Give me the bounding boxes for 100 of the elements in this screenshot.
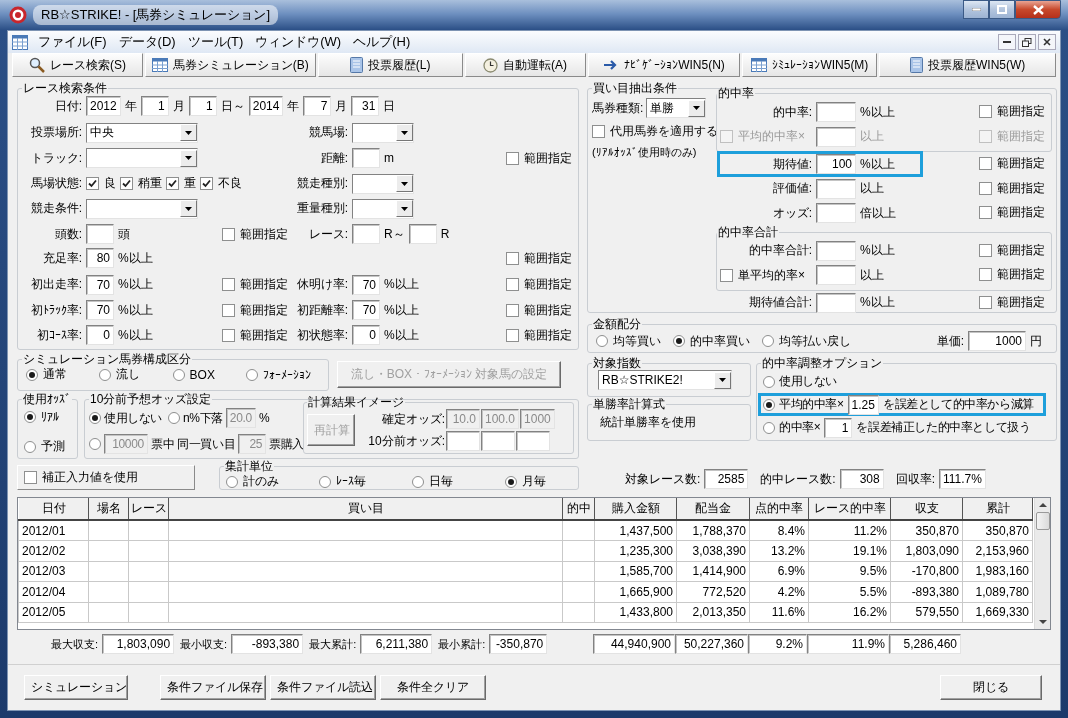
- checkbox[interactable]: [506, 278, 519, 292]
- radio-button[interactable]: [172, 368, 185, 381]
- input-field[interactable]: 70: [86, 300, 114, 320]
- radio-button[interactable]: [226, 475, 238, 488]
- restore-button[interactable]: [1018, 34, 1036, 50]
- radio-button[interactable]: [763, 421, 775, 434]
- checkbox[interactable]: [222, 303, 235, 317]
- menu-item[interactable]: データ(D): [112, 33, 182, 51]
- dropdown[interactable]: 中央: [86, 122, 198, 143]
- checkbox[interactable]: [979, 268, 992, 282]
- input-field[interactable]: 31: [351, 96, 380, 117]
- input-field[interactable]: [816, 178, 856, 199]
- input-field[interactable]: [352, 224, 380, 245]
- input-field[interactable]: 44,940,900: [593, 634, 675, 654]
- checkbox[interactable]: [506, 251, 519, 265]
- toolbar-button[interactable]: 投票履歴(L): [317, 53, 463, 77]
- column-header[interactable]: 累計: [962, 498, 1033, 520]
- checkbox[interactable]: [979, 243, 992, 257]
- dropdown[interactable]: [86, 198, 198, 219]
- radio-button[interactable]: [99, 368, 112, 381]
- dropdown[interactable]: RB☆STRIKE2!: [598, 370, 732, 390]
- checkbox[interactable]: [222, 227, 235, 241]
- checkbox[interactable]: [592, 125, 605, 138]
- column-header[interactable]: レース: [128, 498, 169, 520]
- column-header[interactable]: 購入金額: [594, 498, 677, 520]
- input-field[interactable]: 1: [140, 96, 169, 117]
- dropdown[interactable]: [86, 148, 198, 169]
- input-field[interactable]: [816, 203, 856, 224]
- input-field[interactable]: 0: [352, 325, 380, 346]
- toolbar-button[interactable]: ｼﾐｭﾚｰｼｮﾝWIN5(M): [742, 53, 878, 77]
- action-button[interactable]: 条件ファイル読込: [270, 675, 376, 700]
- scroll-thumb[interactable]: [1035, 512, 1050, 530]
- toolbar-button[interactable]: 投票履歴WIN5(W): [879, 53, 1056, 77]
- minimize-button[interactable]: [998, 34, 1016, 50]
- radio-button[interactable]: [318, 475, 331, 488]
- dropdown[interactable]: [352, 198, 414, 219]
- input-field[interactable]: [86, 224, 114, 245]
- input-field[interactable]: [816, 292, 856, 313]
- input-field[interactable]: 1,803,090: [102, 634, 175, 654]
- checkbox[interactable]: [166, 177, 179, 191]
- column-header[interactable]: 的中: [562, 498, 595, 520]
- input-field[interactable]: 80: [86, 248, 114, 269]
- maximize-button[interactable]: [989, 0, 1015, 19]
- toolbar-button[interactable]: ﾅﾋﾞｹﾞｰｼｮﾝWIN5(N): [587, 53, 741, 77]
- input-field[interactable]: [516, 431, 550, 451]
- input-field[interactable]: 0: [86, 325, 114, 346]
- column-header[interactable]: 買い目: [168, 498, 563, 520]
- radio-button[interactable]: [24, 440, 36, 453]
- close-dialog-button[interactable]: 閉じる: [940, 675, 1042, 700]
- action-button[interactable]: 条件ファイル保存: [160, 675, 266, 700]
- dropdown[interactable]: 単勝: [646, 98, 707, 118]
- menu-item[interactable]: ヘルプ(H): [347, 33, 417, 51]
- radio-button[interactable]: [673, 335, 685, 347]
- checkbox[interactable]: [506, 151, 519, 165]
- input-field[interactable]: -893,380: [231, 634, 304, 654]
- input-field[interactable]: [816, 240, 856, 261]
- input-field[interactable]: 2012: [86, 96, 121, 117]
- input-field[interactable]: [408, 224, 437, 245]
- radio-button[interactable]: [245, 368, 258, 381]
- checkbox[interactable]: [979, 105, 992, 119]
- input-field[interactable]: 1: [188, 96, 217, 117]
- toolbar-button[interactable]: レース検索(S): [12, 53, 143, 77]
- action-button[interactable]: シミュレーション: [24, 675, 128, 700]
- toolbar-button[interactable]: 馬券シミュレーション(B): [145, 53, 316, 77]
- input-field[interactable]: [816, 126, 856, 147]
- input-field[interactable]: 70: [352, 300, 380, 320]
- input-field[interactable]: [816, 102, 856, 123]
- checkbox[interactable]: [979, 295, 992, 309]
- checkbox[interactable]: [979, 206, 992, 220]
- minimize-button[interactable]: [963, 0, 989, 19]
- column-header[interactable]: 点的中率: [749, 498, 809, 520]
- checkbox[interactable]: [979, 157, 992, 171]
- checkbox[interactable]: [222, 278, 235, 292]
- menu-item[interactable]: ウィンドウ(W): [249, 33, 348, 51]
- radio-button[interactable]: [763, 398, 775, 411]
- checkbox[interactable]: [222, 328, 235, 342]
- input-field[interactable]: -350,870: [489, 634, 548, 654]
- input-field[interactable]: [352, 148, 380, 169]
- radio-button[interactable]: [89, 412, 101, 424]
- column-header[interactable]: 場名: [88, 498, 129, 520]
- checkbox[interactable]: [979, 181, 992, 195]
- input-field[interactable]: [481, 431, 515, 451]
- input-field[interactable]: 100: [816, 154, 856, 175]
- radio-button[interactable]: [596, 335, 608, 347]
- input-field[interactable]: 1.25: [847, 394, 879, 415]
- column-header[interactable]: 日付: [18, 498, 89, 520]
- input-field[interactable]: 111.7%: [939, 469, 986, 489]
- radio-button[interactable]: [26, 368, 38, 381]
- radio-button[interactable]: [411, 475, 424, 488]
- table-icon[interactable]: [12, 34, 28, 50]
- column-header[interactable]: レース的中率: [808, 498, 891, 520]
- checkbox[interactable]: [24, 471, 37, 484]
- input-field[interactable]: 2014: [248, 96, 284, 117]
- checkbox[interactable]: [200, 177, 213, 191]
- checkbox[interactable]: [720, 268, 733, 282]
- action-button[interactable]: 条件全クリア: [380, 675, 486, 700]
- input-field[interactable]: 7: [303, 96, 332, 117]
- radio-button[interactable]: [762, 335, 774, 347]
- checkbox[interactable]: [506, 303, 519, 317]
- checkbox[interactable]: [506, 328, 519, 342]
